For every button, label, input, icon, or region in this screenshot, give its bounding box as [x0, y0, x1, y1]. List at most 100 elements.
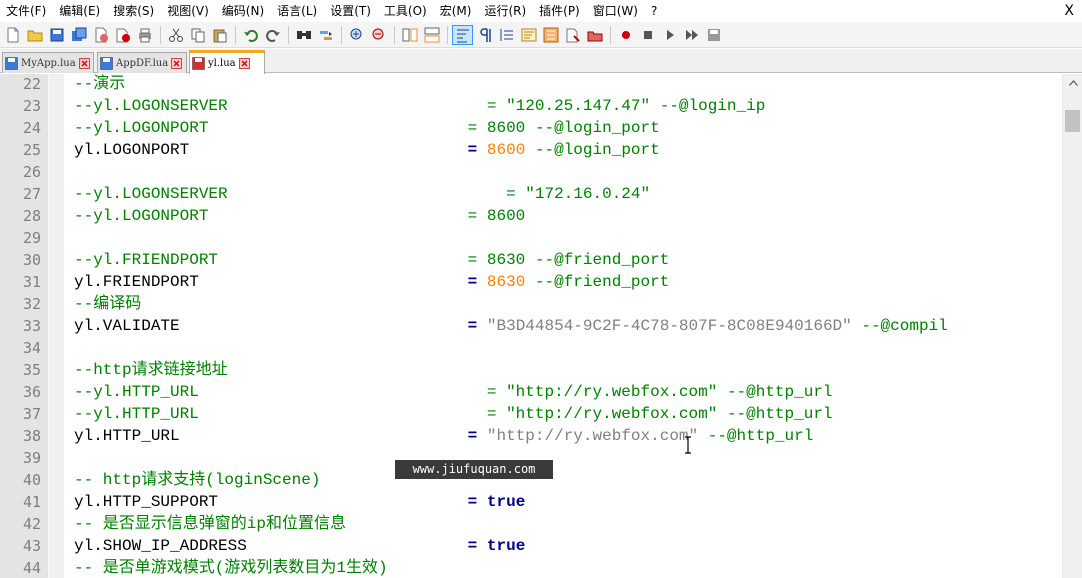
- show-all-chars-icon[interactable]: [474, 25, 495, 45]
- redo-icon[interactable]: [262, 25, 283, 45]
- menu-item-0[interactable]: 文件(F): [0, 0, 53, 22]
- code-token: --yl.LOGONSERVER = "120.25.147.47" --@lo…: [74, 97, 766, 115]
- replace-icon[interactable]: [315, 25, 336, 45]
- menu-item-8[interactable]: 宏(M): [434, 0, 479, 22]
- record-macro-icon[interactable]: [615, 25, 636, 45]
- scrollbar-thumb[interactable]: [1065, 110, 1080, 132]
- menu-item-3[interactable]: 视图(V): [161, 0, 216, 22]
- code-line: 37 --yl.HTTP_URL = "http://ry.webfox.com"…: [0, 403, 1062, 425]
- code-line: 24 --yl.LOGONPORT = 8600 --@login_port: [0, 117, 1062, 139]
- menu-item-10[interactable]: 插件(P): [533, 0, 587, 22]
- line-number: 29: [22, 229, 41, 247]
- code-text[interactable]: yl.HTTP_URL = "http://ry.webfox.com" --@…: [74, 425, 813, 447]
- code-text[interactable]: yl.VALIDATE = "B3D44854-9C2F-4C78-807F-8…: [74, 315, 948, 337]
- code-text[interactable]: yl.SHOW_IP_ADDRESS = true: [74, 535, 525, 557]
- tab-close-icon[interactable]: [238, 58, 250, 69]
- code-text[interactable]: --yl.FRIENDPORT = 8630 --@friend_port: [74, 249, 669, 271]
- line-number: 31: [22, 273, 41, 291]
- code-token: yl.HTTP_SUPPORT: [74, 493, 468, 511]
- copy-icon[interactable]: [187, 25, 208, 45]
- line-number: 41: [22, 493, 41, 511]
- code-text[interactable]: --yl.LOGONSERVER = "120.25.147.47" --@lo…: [74, 95, 765, 117]
- open-file-icon[interactable]: [24, 25, 45, 45]
- code-text[interactable]: -- 是否单游戏模式(游戏列表数目为1生效): [74, 557, 388, 578]
- code-text[interactable]: yl.LOGONPORT = 8600 --@login_port: [74, 139, 660, 161]
- code-line: 32 --编译码: [0, 293, 1062, 315]
- close-icon[interactable]: [90, 25, 111, 45]
- indent-guide-icon[interactable]: [496, 25, 517, 45]
- code-text[interactable]: --yl.HTTP_URL = "http://ry.webfox.com" -…: [74, 403, 833, 425]
- code-text[interactable]: --编译码: [74, 293, 141, 315]
- code-text[interactable]: yl.FRIENDPORT = 8630 --@friend_port: [74, 271, 669, 293]
- menu-item-9[interactable]: 运行(R): [478, 0, 533, 22]
- tab-0[interactable]: MyApp.lua: [2, 52, 94, 73]
- tab-close-icon[interactable]: [78, 57, 90, 69]
- tab-2[interactable]: yl.lua: [189, 50, 265, 74]
- code-text[interactable]: yl.HTTP_SUPPORT = true: [74, 491, 525, 513]
- run-macro-multiple-icon[interactable]: [681, 25, 702, 45]
- close-document-button[interactable]: X: [1064, 0, 1074, 22]
- toolbar-separator: [288, 25, 289, 44]
- tab-label: MyApp.lua: [21, 57, 76, 69]
- code-text[interactable]: --http请求链接地址: [74, 359, 228, 381]
- scroll-up-arrow-icon[interactable]: [1063, 74, 1082, 92]
- code-text[interactable]: --yl.HTTP_URL = "http://ry.webfox.com" -…: [74, 381, 833, 403]
- code-text[interactable]: --yl.LOGONSERVER = "172.16.0.24": [74, 183, 650, 205]
- menu-item-5[interactable]: 语言(L): [271, 0, 324, 22]
- zoom-out-icon[interactable]: [368, 25, 389, 45]
- undo-icon[interactable]: [240, 25, 261, 45]
- line-number: 32: [22, 295, 41, 313]
- code-token: =: [467, 493, 478, 511]
- menu-item-4[interactable]: 编码(N): [216, 0, 271, 22]
- code-token: --http请求链接地址: [74, 361, 228, 379]
- print-icon[interactable]: [134, 25, 155, 45]
- menu-item-11[interactable]: 窗口(W): [587, 0, 645, 22]
- find-icon[interactable]: [293, 25, 314, 45]
- code-token: 8630: [486, 273, 526, 291]
- sync-horizontal-icon[interactable]: [421, 25, 442, 45]
- tab-label: AppDF.lua: [116, 57, 169, 69]
- save-macro-icon[interactable]: [703, 25, 724, 45]
- code-token: --@http_url: [698, 427, 814, 445]
- tab-1[interactable]: AppDF.lua: [97, 52, 187, 73]
- save-all-icon[interactable]: [68, 25, 89, 45]
- save-icon[interactable]: [46, 25, 67, 45]
- line-number: 27: [22, 185, 41, 203]
- line-number: 23: [22, 97, 41, 115]
- word-wrap-icon[interactable]: [452, 24, 473, 45]
- zoom-in-icon[interactable]: [346, 25, 367, 45]
- menu-item-7[interactable]: 工具(O): [378, 0, 434, 22]
- tab-close-icon[interactable]: [171, 57, 183, 69]
- line-number: 44: [22, 559, 41, 577]
- new-file-icon[interactable]: [2, 25, 23, 45]
- doc-map-icon[interactable]: [518, 25, 539, 45]
- folder-as-workspace-icon[interactable]: [562, 25, 583, 45]
- paste-icon[interactable]: [209, 25, 230, 45]
- code-text[interactable]: --yl.LOGONPORT = 8600 --@login_port: [74, 117, 660, 139]
- code-text[interactable]: -- http请求支持(loginScene): [74, 469, 320, 491]
- vertical-scrollbar[interactable]: [1062, 74, 1082, 578]
- menu-item-1[interactable]: 编辑(E): [53, 0, 107, 22]
- menu-item-6[interactable]: 设置(T): [324, 0, 378, 22]
- code-text[interactable]: --演示: [74, 74, 125, 95]
- function-list-icon[interactable]: [540, 25, 561, 45]
- menu-item-2[interactable]: 搜索(S): [107, 0, 161, 22]
- menu-item-12[interactable]: ?: [645, 0, 664, 22]
- code-line: 42 -- 是否显示信息弹窗的ip和位置信息: [0, 513, 1062, 535]
- code-token: -- 是否单游戏模式(游戏列表数目为1生效): [74, 559, 388, 577]
- monitor-icon[interactable]: [584, 25, 605, 45]
- code-line: 23 --yl.LOGONSERVER = "120.25.147.47" --@…: [0, 95, 1062, 117]
- code-editor[interactable]: 22 --演示 23 --yl.LOGONSERVER = "120.25.147.4…: [0, 74, 1062, 578]
- code-text[interactable]: -- 是否显示信息弹窗的ip和位置信息: [74, 513, 346, 535]
- menu-bar: 文件(F) 编辑(E) 搜索(S) 视图(V) 编码(N) 语言(L) 设置(T) 工具(O)…: [0, 0, 1082, 22]
- close-all-icon[interactable]: [112, 25, 133, 45]
- stop-macro-icon[interactable]: [637, 25, 658, 45]
- code-text[interactable]: --yl.LOGONPORT = 8600: [74, 205, 525, 227]
- cut-icon[interactable]: [165, 25, 186, 45]
- sync-vertical-icon[interactable]: [399, 25, 420, 45]
- code-token: --@login_port: [525, 141, 660, 159]
- code-line: 35 --http请求链接地址: [0, 359, 1062, 381]
- play-macro-icon[interactable]: [659, 25, 680, 45]
